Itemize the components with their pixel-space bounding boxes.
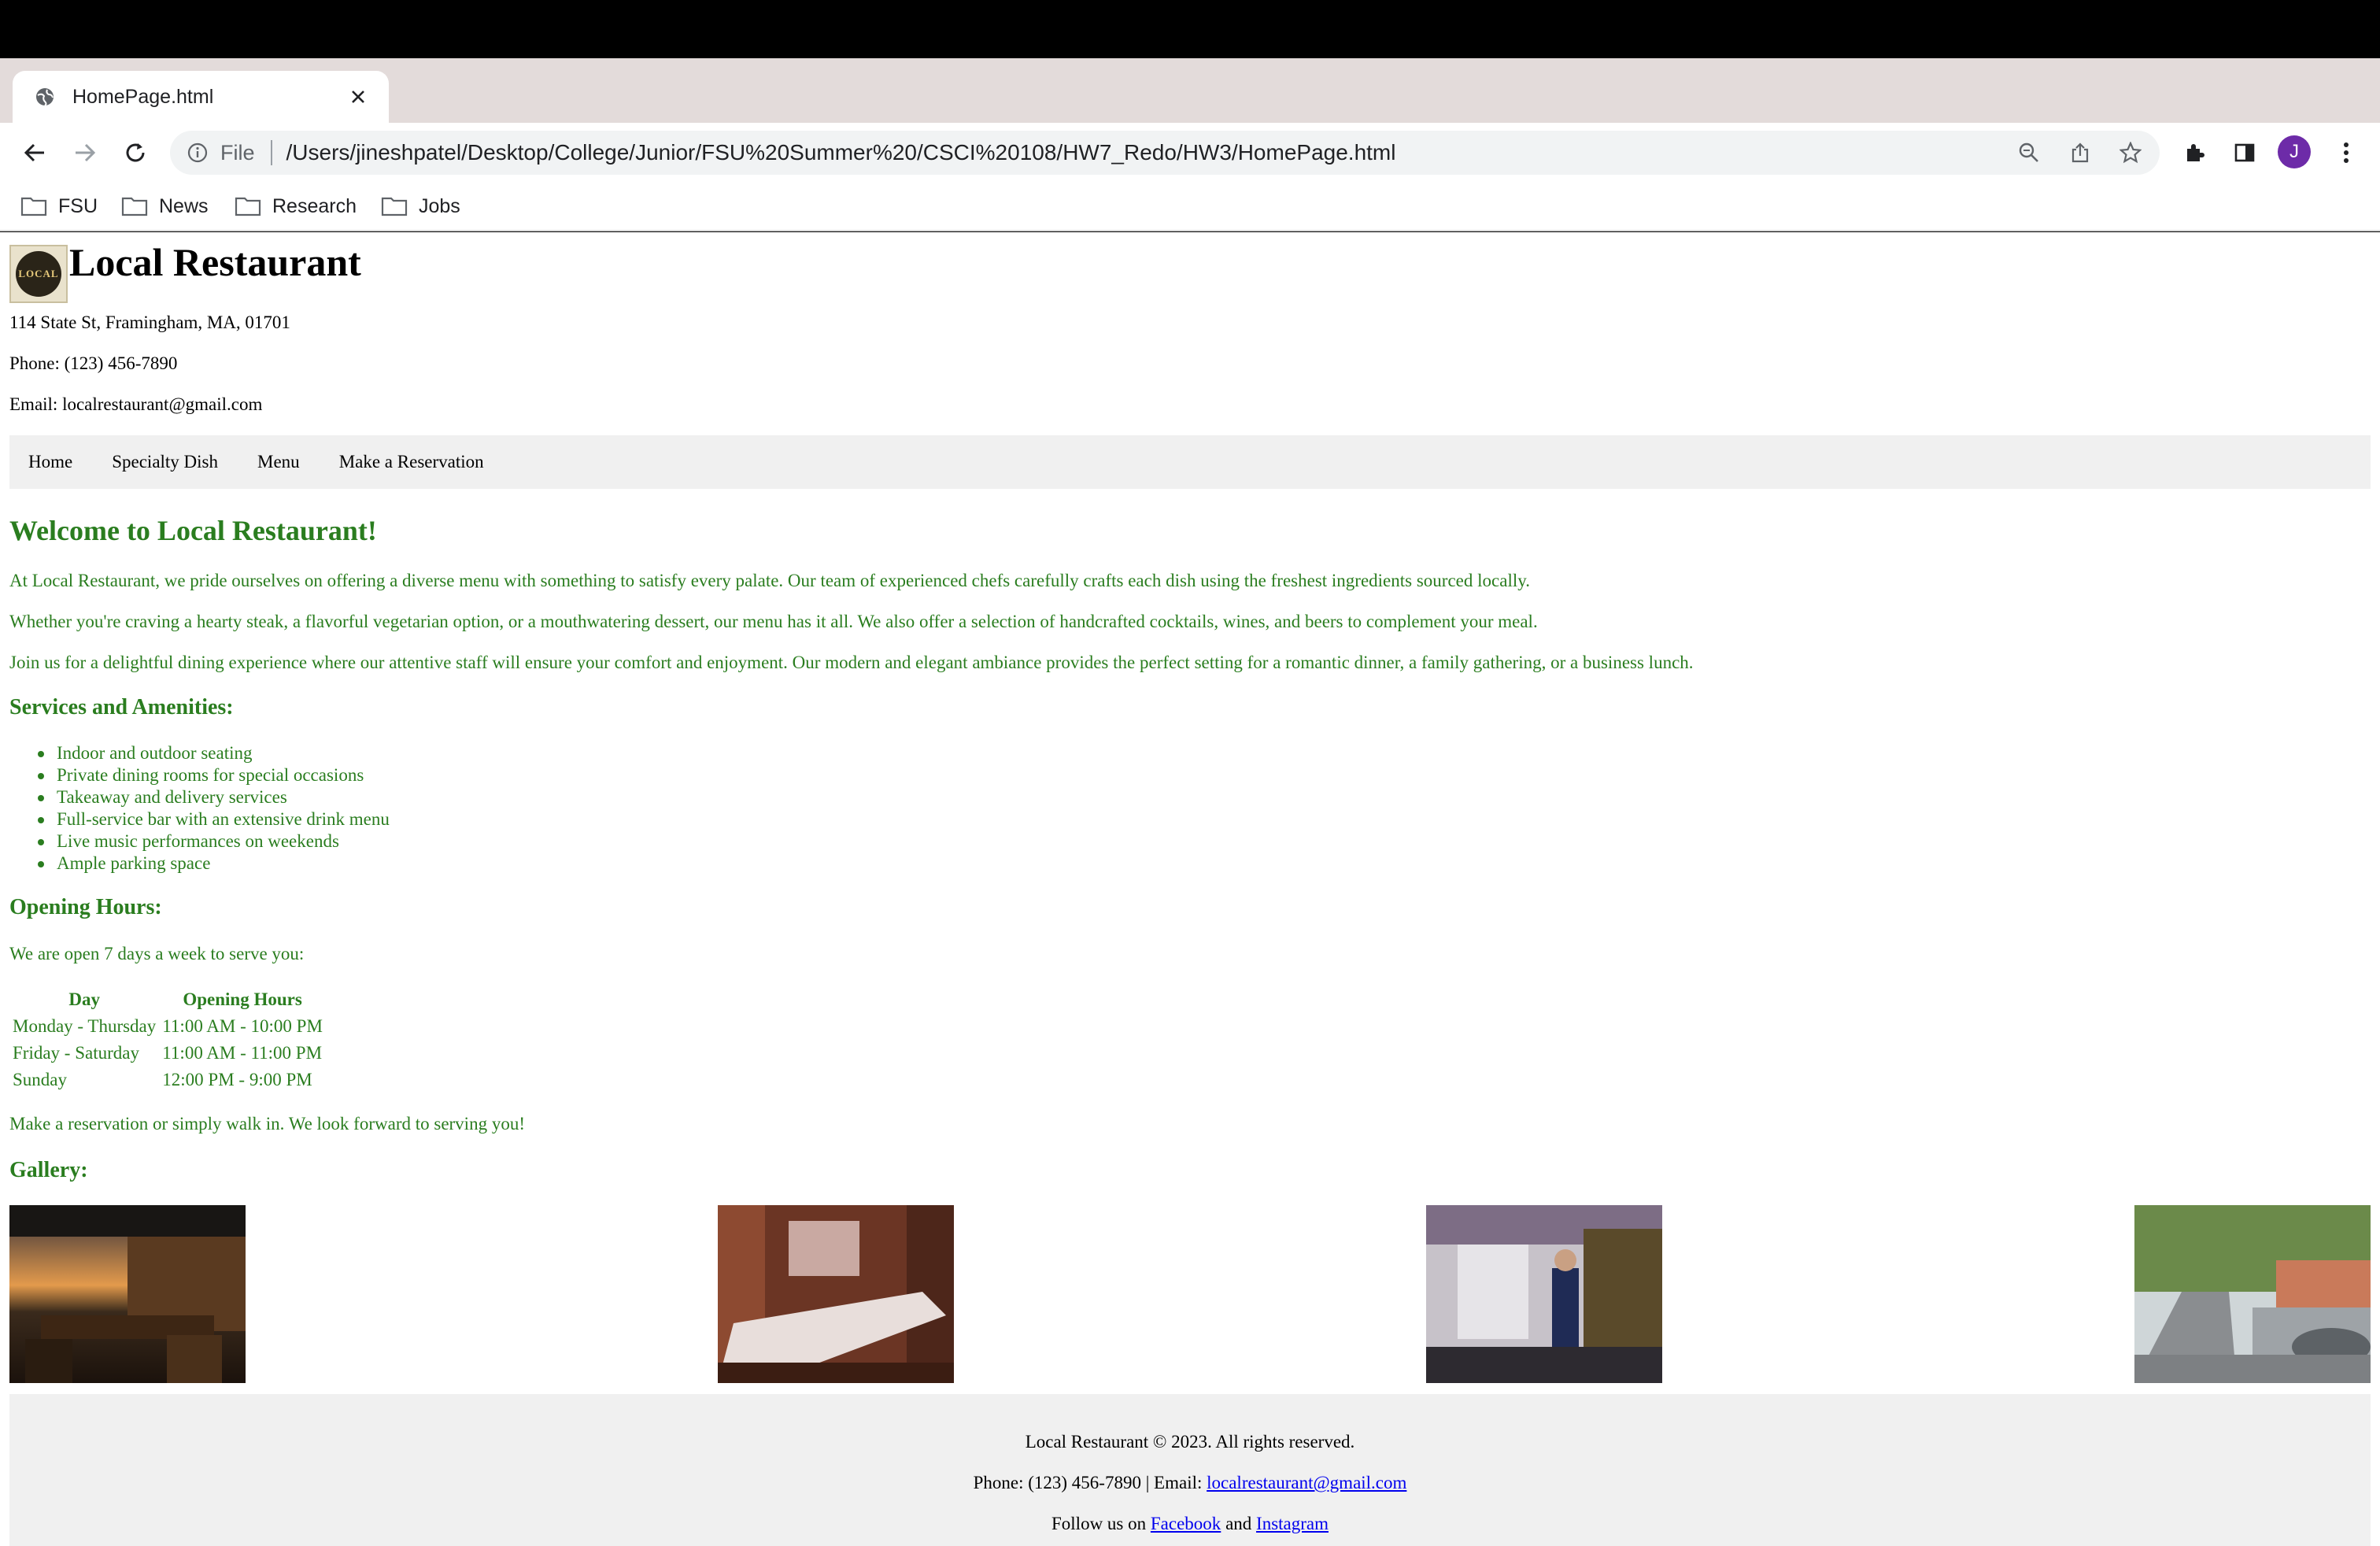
list-item: Live music performances on weekends — [38, 830, 390, 853]
welcome-paragraph-2: Whether you're craving a hearty steak, a… — [9, 612, 1538, 631]
email-text: Email: localrestaurant@gmail.com — [9, 394, 263, 414]
footer-copyright: Local Restaurant © 2023. All rights rese… — [1025, 1432, 1355, 1452]
more-vertical-icon[interactable] — [2334, 141, 2358, 165]
site-title: Local Restaurant — [69, 240, 361, 284]
hours-outro: Make a reservation or simply walk in. We… — [9, 1114, 525, 1134]
side-panel-icon[interactable] — [2233, 141, 2256, 165]
list-item: Indoor and outdoor seating — [38, 742, 390, 764]
site-footer: Local Restaurant © 2023. All rights rese… — [9, 1394, 2371, 1546]
nav-specialty-dish[interactable]: Specialty Dish — [112, 452, 218, 472]
list-item: Private dining rooms for special occasio… — [38, 764, 390, 786]
welcome-heading: Welcome to Local Restaurant! — [9, 515, 377, 546]
file-label: File — [220, 140, 255, 165]
gallery-heading: Gallery: — [9, 1158, 88, 1182]
info-icon[interactable] — [186, 141, 209, 165]
footer-phone-text: Phone: (123) 456-7890 | Email: — [973, 1473, 1207, 1492]
table-header-row: Day Opening Hours — [9, 986, 326, 1013]
folder-icon — [121, 197, 148, 216]
tab-homepage[interactable]: HomePage.html — [13, 71, 389, 123]
folder-icon — [381, 197, 408, 216]
reload-icon[interactable] — [120, 137, 151, 168]
footer-contact: Phone: (123) 456-7890 | Email: localrest… — [9, 1473, 2371, 1493]
site-header: LOCAL Local Restaurant — [9, 240, 361, 303]
list-item: Full-service bar with an extensive drink… — [38, 809, 390, 829]
back-arrow-icon[interactable] — [19, 137, 50, 168]
col-day-header: Day — [68, 989, 100, 1009]
browser-toolbar: File /Users/jineshpatel/Desktop/College/… — [0, 123, 2380, 183]
nav-make-reservation[interactable]: Make a Reservation — [339, 452, 484, 472]
window-top-bar — [0, 0, 2380, 58]
folder-icon — [20, 197, 47, 216]
gallery-image-waterfront-bar — [9, 1205, 246, 1383]
profile-avatar[interactable]: J — [2278, 135, 2311, 168]
time-cell: 11:00 AM - 11:00 PM — [162, 1043, 323, 1063]
hours-heading: Opening Hours: — [9, 895, 162, 919]
bookmark-label: Jobs — [419, 194, 460, 217]
table-row: Monday - Thursday 11:00 AM - 10:00 PM — [9, 1013, 326, 1040]
day-cell: Friday - Saturday — [13, 1043, 139, 1063]
footer-and-text: and — [1221, 1514, 1257, 1533]
footer-email-link[interactable]: localrestaurant@gmail.com — [1207, 1473, 1406, 1492]
zoom-icon[interactable] — [2017, 141, 2041, 165]
bookmark-research[interactable]: Research — [235, 192, 357, 220]
gallery-image-private-dining — [718, 1205, 954, 1383]
url-text[interactable]: /Users/jineshpatel/Desktop/College/Junio… — [286, 140, 2160, 165]
amenities-list: Indoor and outdoor seating Private dinin… — [38, 742, 390, 875]
restaurant-logo: LOCAL — [9, 245, 68, 303]
services-heading: Services and Amenities: — [9, 695, 234, 719]
bookmark-news[interactable]: News — [121, 192, 209, 220]
gallery-image-bartender — [1426, 1205, 1662, 1383]
hours-intro: We are open 7 days a week to serve you: — [9, 944, 305, 963]
bookmark-star-icon[interactable] — [2119, 141, 2142, 165]
time-cell: 12:00 PM - 9:00 PM — [162, 1070, 312, 1089]
welcome-paragraph-1: At Local Restaurant, we pride ourselves … — [9, 571, 1530, 590]
table-row: Friday - Saturday 11:00 AM - 11:00 PM — [9, 1040, 326, 1067]
tab-strip: HomePage.html — [0, 58, 2380, 160]
folder-icon — [235, 197, 261, 216]
table-row: Sunday 12:00 PM - 9:00 PM — [9, 1067, 326, 1093]
extensions-icon[interactable] — [2182, 141, 2206, 165]
col-hours-header: Opening Hours — [183, 989, 302, 1009]
facebook-link[interactable]: Facebook — [1151, 1514, 1221, 1533]
main-nav: Home Specialty Dish Menu Make a Reservat… — [9, 435, 2371, 489]
globe-icon — [33, 85, 57, 109]
bookmark-label: Research — [272, 194, 357, 217]
footer-social: Follow us on Facebook and Instagram — [9, 1514, 2371, 1534]
tab-title: HomePage.html — [72, 85, 214, 108]
bookmark-jobs[interactable]: Jobs — [381, 192, 460, 220]
hours-table: Day Opening Hours Monday - Thursday 11:0… — [9, 986, 326, 1093]
phone-text: Phone: (123) 456-7890 — [9, 353, 178, 373]
gallery-image-street-patio — [2134, 1205, 2371, 1383]
list-item: Takeaway and delivery services — [38, 786, 390, 808]
address-bar[interactable]: File /Users/jineshpatel/Desktop/College/… — [170, 131, 2160, 175]
bookmark-label: FSU — [58, 194, 98, 217]
address-text: 114 State St, Framingham, MA, 01701 — [9, 313, 290, 332]
time-cell: 11:00 AM - 10:00 PM — [162, 1016, 323, 1036]
day-cell: Monday - Thursday — [13, 1016, 157, 1036]
page-content: LOCAL Local Restaurant 114 State St, Fra… — [0, 232, 2380, 1546]
list-item: Ample parking space — [38, 853, 390, 875]
omnibox-divider — [270, 140, 272, 165]
bookmark-fsu[interactable]: FSU — [20, 192, 98, 220]
nav-home[interactable]: Home — [28, 452, 72, 472]
bookmark-label: News — [159, 194, 209, 217]
close-icon[interactable] — [346, 85, 370, 109]
forward-arrow-icon[interactable] — [69, 137, 101, 168]
instagram-link[interactable]: Instagram — [1256, 1514, 1329, 1533]
logo-text: LOCAL — [16, 251, 61, 297]
footer-follow-text: Follow us on — [1051, 1514, 1151, 1533]
share-icon[interactable] — [2068, 141, 2092, 165]
nav-menu[interactable]: Menu — [257, 452, 300, 472]
day-cell: Sunday — [13, 1070, 67, 1089]
welcome-paragraph-3: Join us for a delightful dining experien… — [9, 653, 1694, 672]
bookmarks-bar: FSU News Research Jobs — [0, 183, 2380, 231]
